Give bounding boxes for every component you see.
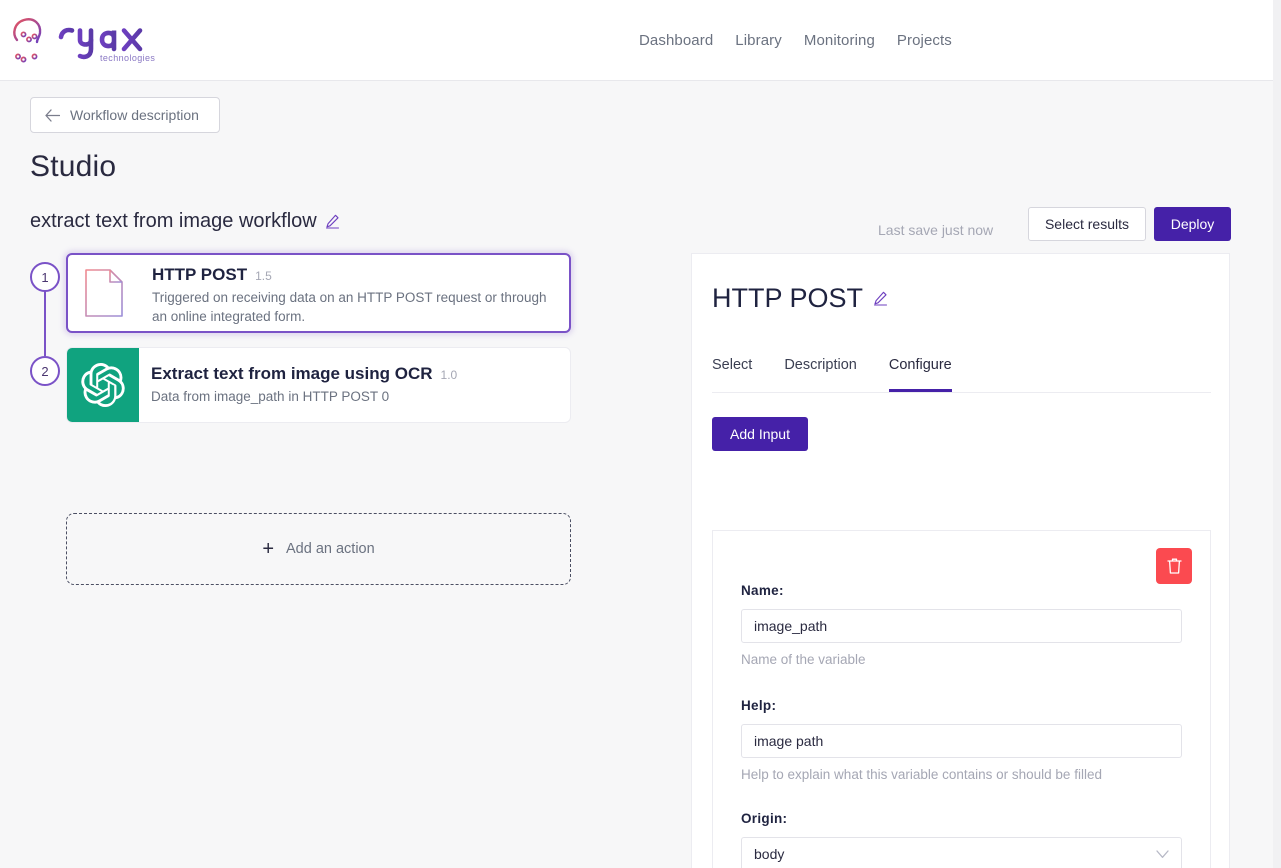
nav-item-library[interactable]: Library [735,32,782,49]
field-hint-name: Name of the variable [741,652,866,667]
panel-tabs: Select Description Configure [712,352,1211,393]
nav-item-monitoring[interactable]: Monitoring [804,32,875,49]
panel-title: HTTP POST [712,283,864,313]
svg-text:technologies: technologies [100,53,155,63]
input-definition-card: Name: Name of the variable Help: Help to… [712,530,1211,868]
workflow-step-http-post[interactable]: HTTP POST 1.5 Triggered on receiving dat… [66,253,571,333]
workflow-name-row: extract text from image workflow [30,210,340,233]
step-version: 1.5 [255,269,272,283]
step-description: Data from image_path in HTTP POST 0 [151,389,390,404]
deploy-button[interactable]: Deploy [1154,207,1231,241]
step-connector-rail: 1 2 [30,253,68,413]
select-results-button[interactable]: Select results [1028,207,1146,241]
step-description: Triggered on receiving data on an HTTP P… [152,290,547,325]
field-origin: Origin: body Where your variable should … [741,811,1182,868]
step-version: 1.0 [440,368,458,382]
step-body: Extract text from image using OCR 1.0 Da… [139,348,570,422]
tab-description[interactable]: Description [784,352,857,392]
back-button-label: Workflow description [70,107,199,123]
ryax-wordmark-icon: technologies [58,27,155,63]
arrow-left-icon [45,108,60,122]
chevron-down-icon [1156,849,1169,858]
panel-title-row: HTTP POST [712,283,888,314]
nav-item-projects[interactable]: Projects [897,32,952,49]
add-action-label: Add an action [286,541,375,557]
step-title: Extract text from image using OCR [151,364,433,383]
field-hint-help: Help to explain what this variable conta… [741,766,1102,782]
brand-logo[interactable]: technologies [8,14,164,66]
workflow-step-ocr[interactable]: Extract text from image using OCR 1.0 Da… [66,347,571,423]
last-save-status: Last save just now [878,222,994,238]
step-number-1: 1 [30,262,60,292]
name-input[interactable] [741,609,1182,643]
page-scrollbar[interactable] [1273,0,1281,868]
workflow-description-back-button[interactable]: Workflow description [30,97,220,133]
add-input-button[interactable]: Add Input [712,417,808,451]
field-help: Help: Help to explain what this variable… [741,698,1182,785]
edit-workflow-name-pencil-icon[interactable] [325,214,340,229]
workflow-name: extract text from image workflow [30,210,317,232]
tab-configure[interactable]: Configure [888,352,952,392]
field-name: Name: Name of the variable [741,583,1182,670]
main-nav-links: Dashboard Library Monitoring Projects [639,0,952,81]
step-icon-wrap [68,255,140,331]
top-navigation-bar: technologies Dashboard Library Monitorin… [0,0,1281,81]
nav-item-dashboard[interactable]: Dashboard [639,32,713,49]
step-title-row: Extract text from image using OCR 1.0 [151,364,556,384]
step-number-2: 2 [30,356,60,386]
page-title: Studio [30,150,117,183]
ryax-bulb-circuit-logo-icon [13,18,42,63]
field-label-help: Help: [741,697,777,713]
step-body: HTTP POST 1.5 Triggered on receiving dat… [140,255,569,331]
help-input[interactable] [741,723,1182,758]
delete-input-button[interactable] [1156,548,1192,584]
step-icon-wrap [67,348,139,422]
field-label-origin: Origin: [741,811,788,827]
studio-page: Workflow description Studio extract text… [0,81,1281,868]
openai-icon [81,363,125,407]
origin-select[interactable]: body [741,837,1182,868]
tab-select[interactable]: Select [712,352,752,392]
document-lines-icon [85,269,123,317]
step-configuration-panel: HTTP POST Select Description Configure A… [691,253,1230,868]
step-title-row: HTTP POST 1.5 [152,265,555,285]
step-connector-line [44,284,46,356]
field-label-name: Name: [741,583,784,598]
trash-icon [1166,558,1182,574]
origin-selected-value: body [754,846,785,863]
step-title: HTTP POST [152,265,248,284]
plus-icon: + [262,538,274,560]
add-an-action-button[interactable]: + Add an action [66,513,571,585]
edit-step-name-pencil-icon[interactable] [873,291,888,306]
